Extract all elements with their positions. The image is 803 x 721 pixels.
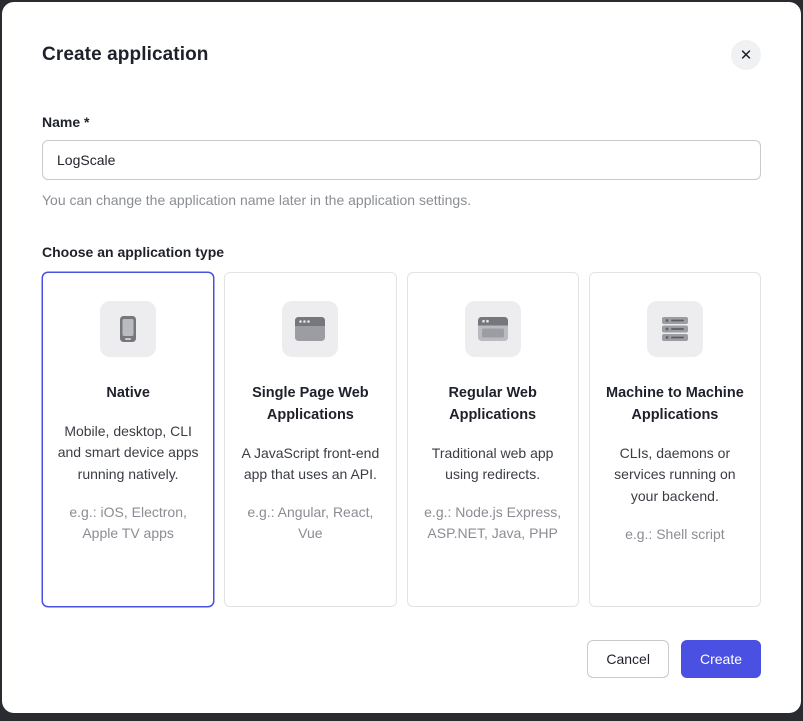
card-description: Mobile, desktop, CLI and smart device ap…	[56, 421, 200, 486]
server-stack-icon	[647, 301, 703, 357]
card-description: A JavaScript front-end app that uses an …	[238, 443, 382, 486]
create-button[interactable]: Create	[681, 640, 761, 678]
card-title: Regular Web Applications	[421, 383, 565, 427]
application-type-cards: Native Mobile, desktop, CLI and smart de…	[42, 272, 761, 607]
card-m2m[interactable]: Machine to Machine Applications CLIs, da…	[589, 272, 761, 607]
cancel-button[interactable]: Cancel	[587, 640, 669, 678]
browser-window-icon	[465, 301, 521, 357]
application-type-label: Choose an application type	[42, 244, 761, 260]
card-native[interactable]: Native Mobile, desktop, CLI and smart de…	[42, 272, 214, 607]
close-button[interactable]: ✕	[731, 40, 761, 70]
close-icon: ✕	[740, 48, 753, 63]
card-example: e.g.: Angular, React, Vue	[238, 502, 382, 544]
card-example: e.g.: Node.js Express, ASP.NET, Java, PH…	[421, 502, 565, 544]
mobile-phone-icon	[100, 301, 156, 357]
card-description: CLIs, daemons or services running on you…	[603, 443, 747, 508]
card-title: Single Page Web Applications	[238, 383, 382, 427]
card-spa[interactable]: Single Page Web Applications A JavaScrip…	[224, 272, 396, 607]
modal-header: Create application ✕	[42, 40, 761, 70]
modal-footer: Cancel Create	[42, 640, 761, 678]
card-title: Machine to Machine Applications	[603, 383, 747, 427]
card-example: e.g.: Shell script	[625, 524, 725, 545]
application-name-input[interactable]	[42, 140, 761, 180]
name-help-text: You can change the application name late…	[42, 192, 761, 208]
name-field-label: Name *	[42, 114, 761, 130]
create-application-modal: Create application ✕ Name * You can chan…	[2, 2, 801, 713]
browser-window-icon	[282, 301, 338, 357]
card-example: e.g.: iOS, Electron, Apple TV apps	[56, 502, 200, 544]
modal-title: Create application	[42, 44, 209, 66]
card-title: Native	[106, 383, 150, 405]
card-regular-web[interactable]: Regular Web Applications Traditional web…	[407, 272, 579, 607]
card-description: Traditional web app using redirects.	[421, 443, 565, 486]
